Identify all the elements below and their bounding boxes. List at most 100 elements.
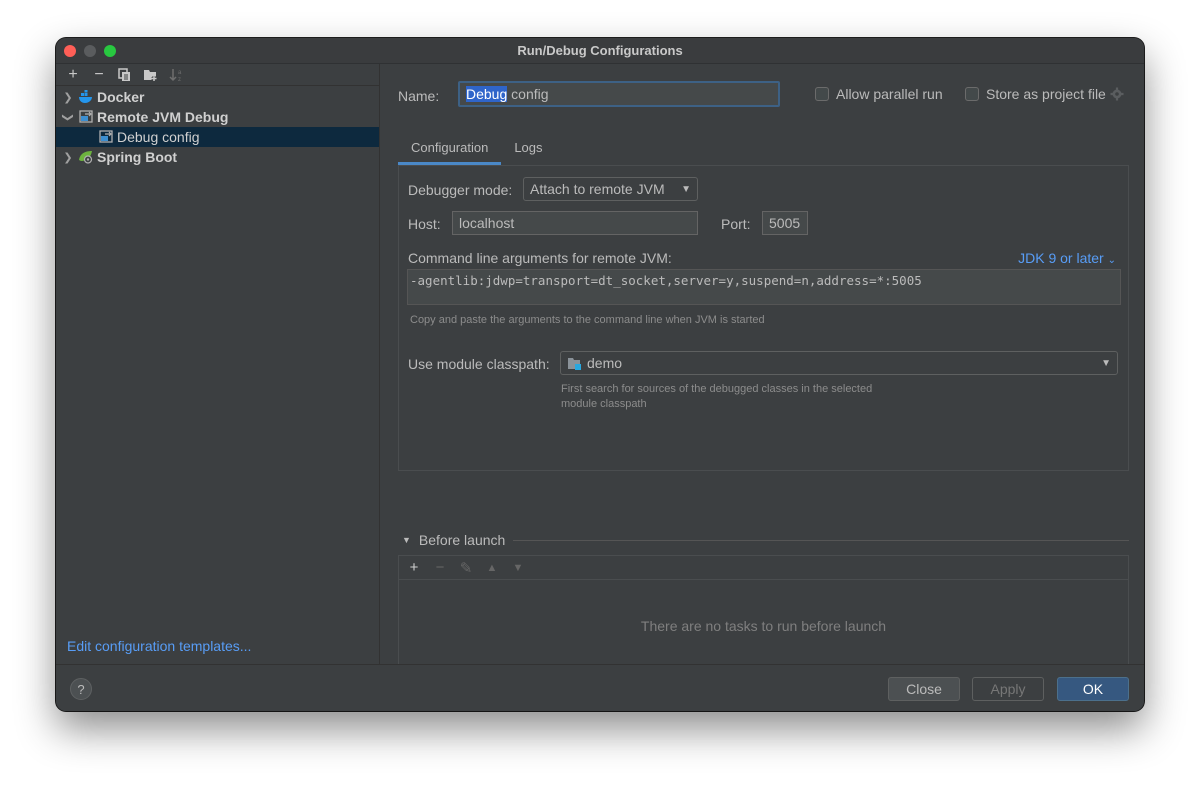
jdk-version-dropdown[interactable]: JDK 9 or later ⌄ — [1018, 250, 1116, 266]
move-down-button[interactable]: ▼ — [509, 562, 527, 574]
tree-item-label: Debug config — [117, 129, 200, 145]
cmdline-args-field[interactable]: -agentlib:jdwp=transport=dt_socket,serve… — [407, 269, 1121, 305]
chevron-down-icon: ⌄ — [1107, 255, 1116, 266]
config-tabs: Configuration Logs — [398, 137, 556, 165]
minus-icon: − — [435, 559, 445, 576]
allow-parallel-run[interactable]: Allow parallel run — [815, 86, 943, 102]
remove-task-button[interactable]: − — [431, 559, 449, 576]
tab-logs[interactable]: Logs — [501, 137, 555, 165]
tree-item-debug-config[interactable]: Debug config — [56, 127, 379, 147]
configuration-editor: Name: Debug config Allow parallel run St… — [381, 64, 1144, 692]
new-folder-button[interactable] — [140, 65, 162, 85]
docker-icon — [78, 89, 94, 105]
module-folder-icon — [568, 357, 581, 370]
svg-text:a: a — [178, 70, 182, 76]
before-launch-toolbar: + − ✎ ▲ ▼ — [399, 556, 1128, 580]
tree-item-label: Spring Boot — [97, 149, 178, 165]
module-classpath-value: demo — [587, 355, 623, 371]
configuration-tree: ❯ Docker ❯ Remote JVM Debug Debug config — [56, 86, 379, 167]
name-text: config — [507, 86, 549, 102]
name-label: Name: — [398, 88, 440, 104]
separator — [513, 539, 1129, 541]
gear-icon[interactable] — [1110, 87, 1124, 101]
plus-icon: + — [409, 559, 419, 576]
new-folder-icon — [144, 69, 157, 81]
collapse-triangle-icon[interactable]: ▼ — [402, 535, 411, 545]
name-input[interactable]: Debug config — [458, 81, 780, 107]
cmdline-hint: Copy and paste the arguments to the comm… — [410, 314, 765, 326]
chevron-right-icon[interactable]: ❯ — [58, 91, 78, 104]
allow-parallel-run-checkbox[interactable] — [815, 87, 829, 101]
allow-parallel-run-label: Allow parallel run — [836, 86, 943, 102]
name-selected-text: Debug — [466, 86, 508, 102]
store-as-project-file[interactable]: Store as project file — [965, 86, 1124, 102]
apply-button[interactable]: Apply — [972, 677, 1044, 701]
module-hint-line1: First search for sources of the debugged… — [561, 383, 873, 395]
ok-button[interactable]: OK — [1057, 677, 1129, 701]
port-input[interactable]: 5005 — [762, 211, 808, 235]
tree-item-label: Docker — [97, 89, 145, 105]
port-label: Port: — [721, 216, 751, 232]
store-as-project-file-checkbox[interactable] — [965, 87, 979, 101]
copy-configuration-button[interactable] — [114, 65, 136, 85]
configurations-sidebar: + − az ❯ Docker ❯ Remote JVM Debug Debug… — [56, 64, 380, 664]
close-window-button[interactable] — [64, 45, 76, 57]
copy-icon — [118, 67, 130, 81]
help-button[interactable]: ? — [70, 678, 92, 700]
no-tasks-message: There are no tasks to run before launch — [640, 618, 887, 634]
port-value: 5005 — [769, 215, 801, 231]
module-hint-line2: module classpath — [561, 398, 647, 410]
edit-configuration-templates-link[interactable]: Edit configuration templates... — [67, 638, 251, 654]
add-task-button[interactable]: + — [405, 559, 423, 576]
minus-icon: − — [94, 65, 104, 83]
tree-item-label: Remote JVM Debug — [97, 109, 229, 125]
debugger-mode-label: Debugger mode: — [408, 182, 513, 198]
chevron-right-icon[interactable]: ❯ — [58, 151, 78, 164]
maximize-window-button[interactable] — [104, 45, 116, 57]
title-bar: Run/Debug Configurations — [56, 38, 1144, 64]
spring-boot-icon — [78, 149, 94, 165]
remove-configuration-button[interactable]: − — [88, 65, 110, 85]
before-launch-tasks: + − ✎ ▲ ▼ There are no tasks to run befo… — [398, 555, 1129, 673]
dropdown-arrow-icon: ▼ — [681, 183, 691, 195]
close-button[interactable]: Close — [888, 677, 960, 701]
configuration-panel: Debugger mode: Attach to remote JVM ▼ Ho… — [398, 165, 1129, 471]
dropdown-arrow-icon: ▼ — [1101, 357, 1111, 369]
store-as-project-file-label: Store as project file — [986, 86, 1106, 102]
remote-debug-icon — [78, 109, 94, 125]
dialog-footer: ? Close Apply OK — [56, 664, 1144, 711]
remote-debug-icon — [98, 129, 114, 145]
host-input[interactable]: localhost — [452, 211, 698, 235]
host-label: Host: — [408, 216, 441, 232]
run-debug-dialog: Run/Debug Configurations + − az ❯ Docker — [56, 38, 1144, 711]
before-launch-section: ▼ Before launch + − ✎ ▲ ▼ There are no t… — [398, 530, 1129, 673]
tab-configuration[interactable]: Configuration — [398, 137, 502, 165]
debugger-mode-value: Attach to remote JVM — [530, 181, 665, 197]
before-launch-title: Before launch — [418, 532, 506, 548]
tree-item-docker[interactable]: ❯ Docker — [56, 87, 379, 107]
window-title: Run/Debug Configurations — [517, 43, 683, 58]
sort-button[interactable]: az — [166, 65, 188, 85]
window-controls — [64, 45, 116, 57]
tree-item-remote-jvm-debug[interactable]: ❯ Remote JVM Debug — [56, 107, 379, 127]
edit-icon: ✎ — [459, 559, 473, 577]
edit-task-button[interactable]: ✎ — [457, 559, 475, 577]
plus-icon: + — [68, 65, 78, 83]
module-classpath-label: Use module classpath: — [408, 356, 550, 372]
tree-item-spring-boot[interactable]: ❯ Spring Boot — [56, 147, 379, 167]
sidebar-toolbar: + − az — [56, 64, 379, 86]
chevron-down-icon[interactable]: ❯ — [62, 107, 75, 127]
cmdline-label: Command line arguments for remote JVM: — [408, 250, 672, 266]
debugger-mode-select[interactable]: Attach to remote JVM ▼ — [523, 177, 698, 201]
svg-text:z: z — [178, 77, 181, 82]
before-launch-header[interactable]: ▼ Before launch — [398, 530, 1129, 550]
minimize-window-button[interactable] — [84, 45, 96, 57]
jdk-version-label: JDK 9 or later — [1018, 250, 1104, 266]
module-classpath-select[interactable]: demo ▼ — [560, 351, 1118, 375]
host-value: localhost — [459, 215, 515, 231]
help-icon: ? — [77, 681, 85, 697]
move-down-icon: ▼ — [512, 561, 524, 574]
sort-alpha-icon: az — [169, 68, 182, 82]
add-configuration-button[interactable]: + — [62, 65, 84, 85]
move-up-button[interactable]: ▲ — [483, 562, 501, 574]
